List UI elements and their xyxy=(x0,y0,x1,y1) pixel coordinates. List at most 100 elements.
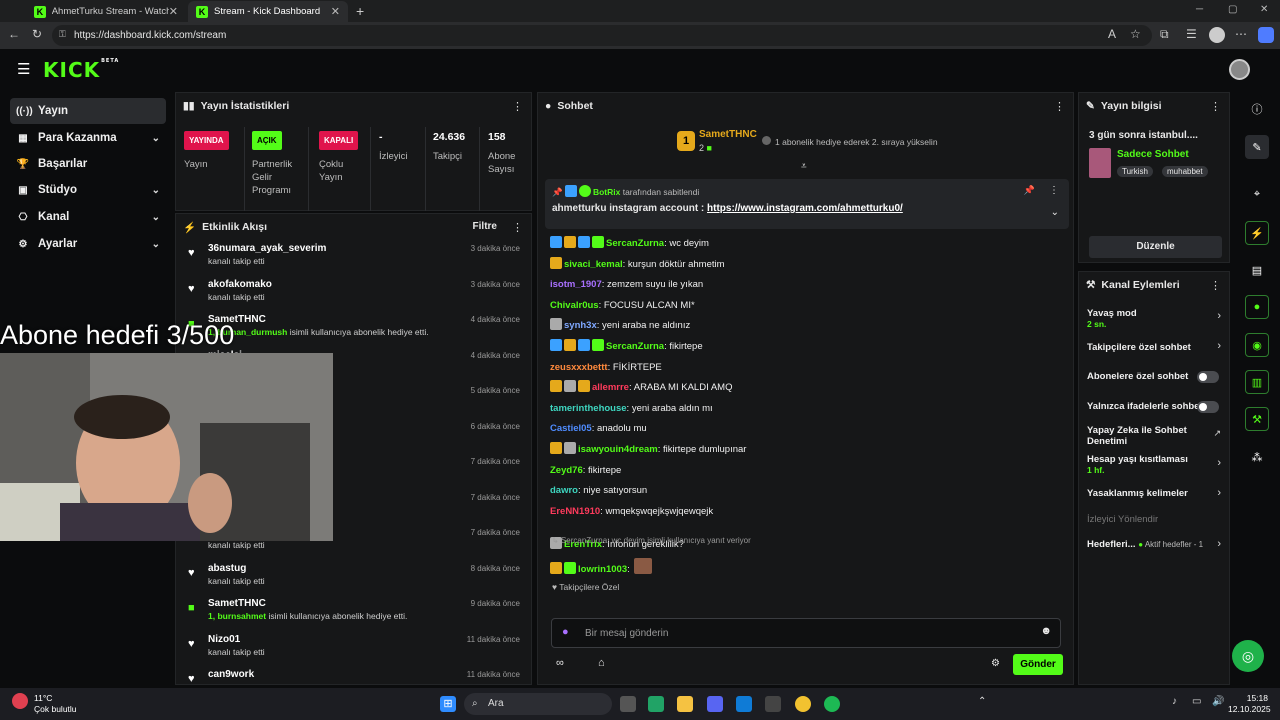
edit-icon[interactable]: ✎ xyxy=(1245,135,1269,159)
chat-message[interactable]: lowrin1003: xyxy=(550,558,654,575)
chat-message[interactable]: synh3x: yeni araba ne aldınız xyxy=(550,318,690,334)
chat-message[interactable]: EreNN1910: wmqekşwqejkşwjqewqejk xyxy=(550,504,713,520)
banned-words-item[interactable]: Yasaklanmış kelimeler xyxy=(1087,488,1231,499)
chat-message[interactable]: Zeyd76: fikirtepe xyxy=(550,463,621,479)
discord-icon[interactable] xyxy=(707,696,723,712)
chat-username[interactable]: allemrre xyxy=(592,382,629,393)
chat-username[interactable]: SercanZurna xyxy=(606,238,664,249)
sidebar-item-studyo[interactable]: ▣ Stüdyo ⌄ xyxy=(10,177,166,203)
event-item[interactable]: ♥ akofakomako kanalı takip etti 3 dakika ön… xyxy=(182,279,526,313)
chat-username[interactable]: synh3x xyxy=(564,320,597,331)
minimize-icon[interactable]: ─ xyxy=(1196,4,1203,15)
weather-widget[interactable]: 11°C Çok bulutlu xyxy=(34,693,77,715)
sidebar-item-ayarlar[interactable]: ⚙ Ayarlar ⌄ xyxy=(10,231,166,257)
chat-message[interactable]: SercanZurna: wc deyim xyxy=(550,236,709,252)
read-aloud-icon[interactable]: A xyxy=(1108,27,1116,41)
event-item[interactable]: ♥ can9work 11 dakika önce xyxy=(182,669,526,684)
chat-message[interactable]: Chivalr0us: FOCUSU ALCAN MI* xyxy=(550,298,695,314)
chat-settings-icon[interactable]: ⚙ xyxy=(991,658,1000,669)
mic-icon[interactable]: ● xyxy=(562,626,569,638)
help-chat-button[interactable]: ◎ xyxy=(1232,640,1264,672)
window-close-icon[interactable]: ✕ xyxy=(1260,4,1268,15)
chat-message[interactable]: SercanZurna: fikirtepe xyxy=(550,339,703,355)
user-avatar[interactable] xyxy=(1229,59,1250,80)
event-item[interactable]: ■ SametTHNC 1, burnsahmet isimli kullanıcı… xyxy=(182,598,526,632)
chat-message[interactable]: dawro: niye satıyorsun xyxy=(550,483,647,499)
favorites-icon[interactable]: ☰ xyxy=(1186,27,1197,41)
spotify-icon[interactable] xyxy=(824,696,840,712)
kicks-icon[interactable]: ∞ xyxy=(556,657,564,669)
chat-message[interactable]: isawyouin4dream: fikirtepe dumlupınar xyxy=(550,442,746,458)
category-name[interactable]: Sadece Sohbet xyxy=(1117,149,1189,160)
chrome-icon[interactable] xyxy=(795,696,811,712)
windows-start-icon[interactable]: ⊞ xyxy=(440,696,456,712)
subs-chat-toggle[interactable] xyxy=(1197,371,1219,383)
followers-chat-item[interactable]: Takipçilere özel sohbet xyxy=(1087,342,1231,353)
chat-username[interactable]: zeusxxxbettt xyxy=(550,362,608,373)
sidebar-item-kanal[interactable]: ⎔ Kanal ⌄ xyxy=(10,204,166,230)
notes-icon[interactable]: ▤ xyxy=(1245,258,1269,282)
edge-icon[interactable] xyxy=(736,696,752,712)
chat-username[interactable]: Castiel05 xyxy=(550,423,592,434)
chat-message[interactable]: isotm_1907: zemzem suyu ile yıkan xyxy=(550,277,703,293)
top-gifter-name[interactable]: SametTHNC xyxy=(699,129,757,140)
tray-chevron-icon[interactable]: ⌃ xyxy=(978,696,986,707)
more-options-icon[interactable]: ⋮ xyxy=(1210,279,1221,292)
browser-tab-active[interactable]: K Stream - Kick Dashboard ✕ xyxy=(188,1,348,22)
add-widget-icon[interactable]: ⁂ xyxy=(1245,445,1269,469)
chat-username[interactable]: isawyouin4dream xyxy=(578,444,658,455)
profile-avatar[interactable] xyxy=(1209,27,1225,43)
lightning-icon[interactable]: ⚡ xyxy=(1245,221,1269,245)
event-item[interactable]: ♥ 36numara_ayak_severim kanalı takip etti 3… xyxy=(182,243,526,277)
sidebar-item-para-kazanma[interactable]: ▦ Para Kazanma ⌄ xyxy=(10,125,166,151)
more-options-icon[interactable]: ⋮ xyxy=(512,221,523,234)
obs-icon[interactable] xyxy=(765,696,781,712)
layout-icon[interactable]: ▥ xyxy=(1245,370,1269,394)
chat-username[interactable]: SercanZurna xyxy=(606,341,664,352)
close-icon[interactable]: ✕ xyxy=(331,5,340,18)
more-options-icon[interactable]: ⋮ xyxy=(1054,100,1065,113)
event-item[interactable]: ♥ abastug kanalı takip etti 8 dakika önce xyxy=(182,563,526,597)
sidebar-item-yayin[interactable]: ((·)) Yayın xyxy=(10,98,166,124)
chevron-down-icon[interactable]: ⌄ xyxy=(1051,207,1059,218)
sidebar-item-basarilar[interactable]: 🏆 Başarılar xyxy=(10,151,166,177)
pinned-link[interactable]: https://www.instagram.com/ahmetturku0/ xyxy=(707,203,903,214)
chat-username[interactable]: lowrin1003 xyxy=(578,564,627,575)
event-item[interactable]: ♥ Nizo01 kanalı takip etti 11 dakika önce xyxy=(182,634,526,668)
chat-username[interactable]: Zeyd76 xyxy=(550,465,583,476)
pin-icon[interactable]: 📌 xyxy=(1024,185,1035,196)
chat-message[interactable]: allemrre: ARABA MI KALDI AMQ xyxy=(550,380,732,396)
chat-username[interactable]: tamerinthehouse xyxy=(550,403,627,414)
favorite-star-icon[interactable]: ☆ xyxy=(1130,27,1141,41)
emoji-icon[interactable]: ☻ xyxy=(1040,625,1052,637)
wrench-icon[interactable]: ⚒ xyxy=(1245,407,1269,431)
mic-icon[interactable]: ♪ xyxy=(1172,696,1177,707)
reload-icon[interactable]: ↻ xyxy=(32,27,42,41)
back-icon[interactable]: ← xyxy=(8,27,20,41)
chat-username[interactable]: isotm_1907 xyxy=(550,279,602,290)
explorer-icon[interactable] xyxy=(677,696,693,712)
chat-input[interactable]: ● Bir mesaj gönderin ☻ xyxy=(551,618,1061,648)
chat-username[interactable]: dawro xyxy=(550,485,578,496)
store-icon[interactable]: ⌂ xyxy=(598,657,605,669)
emote-chat-toggle[interactable] xyxy=(1197,401,1219,413)
clip-icon[interactable]: ⌖ xyxy=(1245,182,1269,206)
ai-moderation-item[interactable]: Yapay Zeka ile Sohbet Denetimi xyxy=(1087,425,1197,447)
chat-message[interactable]: tamerinthehouse: yeni araba aldın mı xyxy=(550,401,713,417)
chat-username[interactable]: Chivalr0us xyxy=(550,300,599,311)
filter-button[interactable]: Filtre xyxy=(473,221,497,232)
send-button[interactable]: Gönder xyxy=(1013,654,1063,675)
more-options-icon[interactable]: ⋮ xyxy=(512,100,523,113)
volume-icon[interactable]: 🔊 xyxy=(1212,696,1224,707)
taskbar-search[interactable]: ⌕ Ara xyxy=(464,693,612,715)
extensions-icon[interactable]: ⧉ xyxy=(1160,27,1169,42)
info-icon[interactable]: ⓘ xyxy=(1245,97,1269,121)
hamburger-menu-icon[interactable]: ☰ xyxy=(17,60,30,78)
more-options-icon[interactable]: ⋮ xyxy=(1049,185,1059,196)
network-icon[interactable]: ▭ xyxy=(1192,696,1201,707)
chat-icon[interactable]: ● xyxy=(1245,295,1269,319)
close-icon[interactable]: ✕ xyxy=(169,5,178,18)
task-view-icon[interactable] xyxy=(620,696,636,712)
chat-message[interactable]: Castiel05: anadolu mu xyxy=(550,421,647,437)
account-age-item[interactable]: Hesap yaşı kısıtlaması 1 hf. xyxy=(1087,454,1231,475)
